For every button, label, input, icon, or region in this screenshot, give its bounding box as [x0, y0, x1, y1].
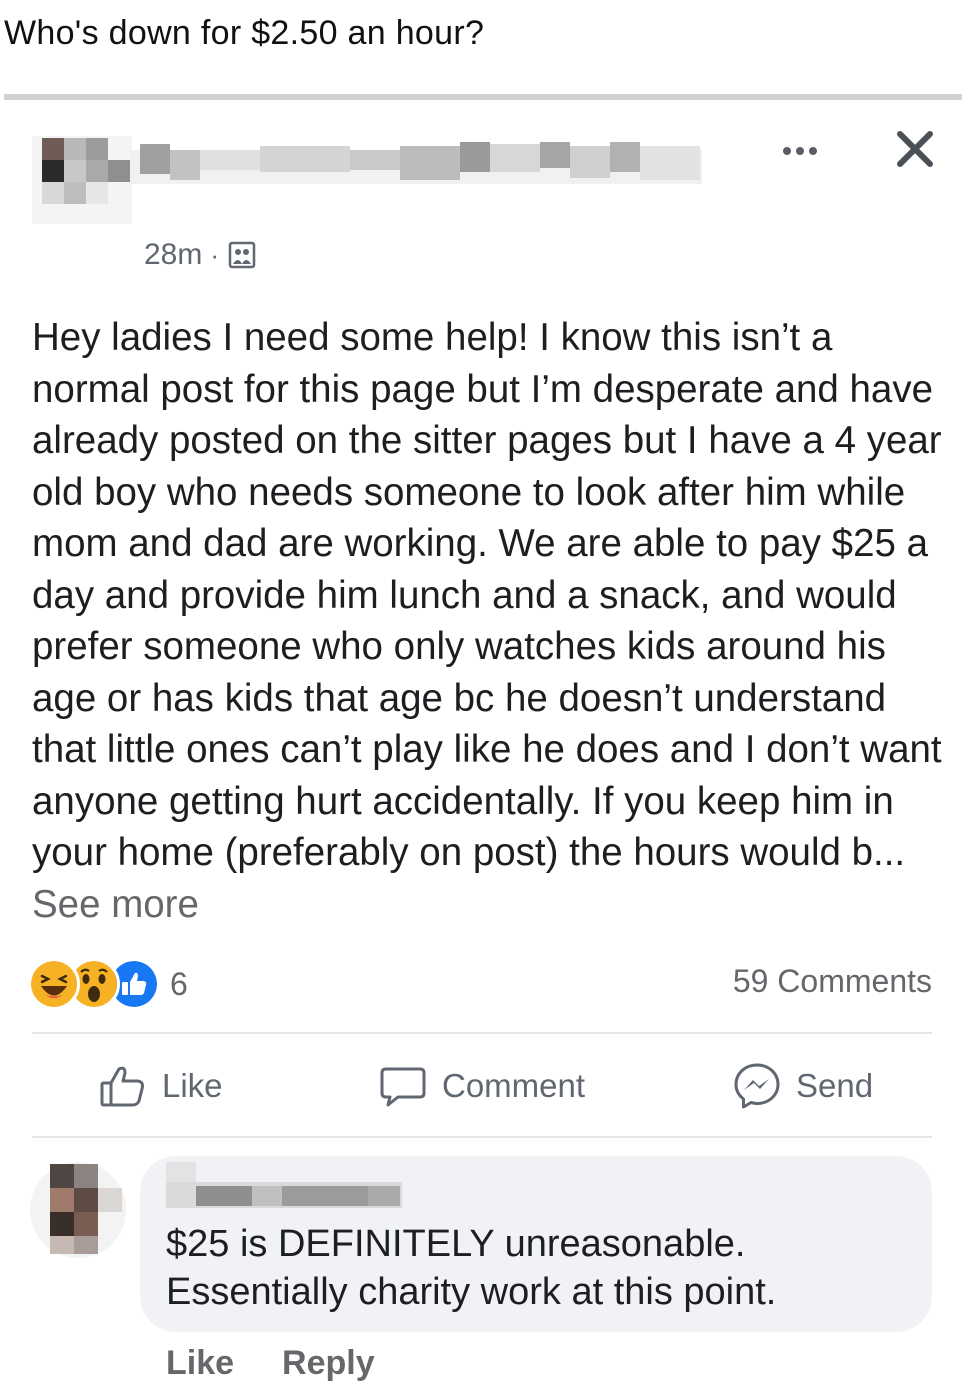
comment-reply-link[interactable]: Reply — [282, 1344, 375, 1383]
group-privacy-icon — [228, 241, 256, 269]
close-icon[interactable] — [890, 124, 940, 174]
actions-divider-top — [32, 1032, 932, 1034]
like-button-label: Like — [162, 1067, 223, 1104]
comment-icon — [380, 1067, 426, 1107]
comment-text: $25 is DEFINITELY unreasonable. Essentia… — [166, 1220, 776, 1316]
post-meta: 28m · — [144, 238, 257, 272]
like-button[interactable]: Like — [98, 1058, 223, 1114]
commenter-name-redacted[interactable] — [164, 1162, 404, 1214]
post-caption: Who's down for $2.50 an hour? — [4, 14, 485, 52]
post-timestamp[interactable]: 28m — [144, 238, 202, 272]
see-more-link[interactable]: See more — [32, 883, 199, 926]
messenger-icon — [734, 1063, 780, 1109]
reactions-summary[interactable]: 6 — [28, 958, 188, 1010]
comments-count-link[interactable]: 59 Comments — [733, 963, 932, 1000]
commenter-avatar-redacted[interactable] — [28, 1158, 128, 1258]
comment-like-link[interactable]: Like — [166, 1344, 234, 1383]
comment-button[interactable]: Comment — [378, 1058, 585, 1114]
haha-reaction-icon — [28, 958, 80, 1010]
send-button[interactable]: Send — [732, 1058, 873, 1114]
poster-name-redacted[interactable] — [130, 132, 702, 184]
send-button-label: Send — [796, 1067, 874, 1104]
meta-separator: · — [210, 239, 220, 270]
thumbs-up-icon — [100, 1066, 144, 1107]
poster-avatar-redacted[interactable] — [32, 128, 132, 224]
comment-button-label: Comment — [442, 1067, 586, 1104]
comment-text-line-1: $25 is DEFINITELY unreasonable. — [166, 1223, 746, 1265]
comment-text-line-2: Essentially charity work at this point. — [166, 1271, 777, 1313]
post-body-text: Hey ladies I need some help! I know this… — [32, 316, 942, 874]
reaction-count: 6 — [170, 965, 188, 1002]
actions-divider-bottom — [32, 1136, 932, 1138]
more-options-icon[interactable] — [783, 140, 829, 162]
post-body: Hey ladies I need some help! I know this… — [32, 312, 952, 930]
caption-divider — [4, 94, 962, 100]
comment-actions: Like Reply — [166, 1344, 375, 1383]
